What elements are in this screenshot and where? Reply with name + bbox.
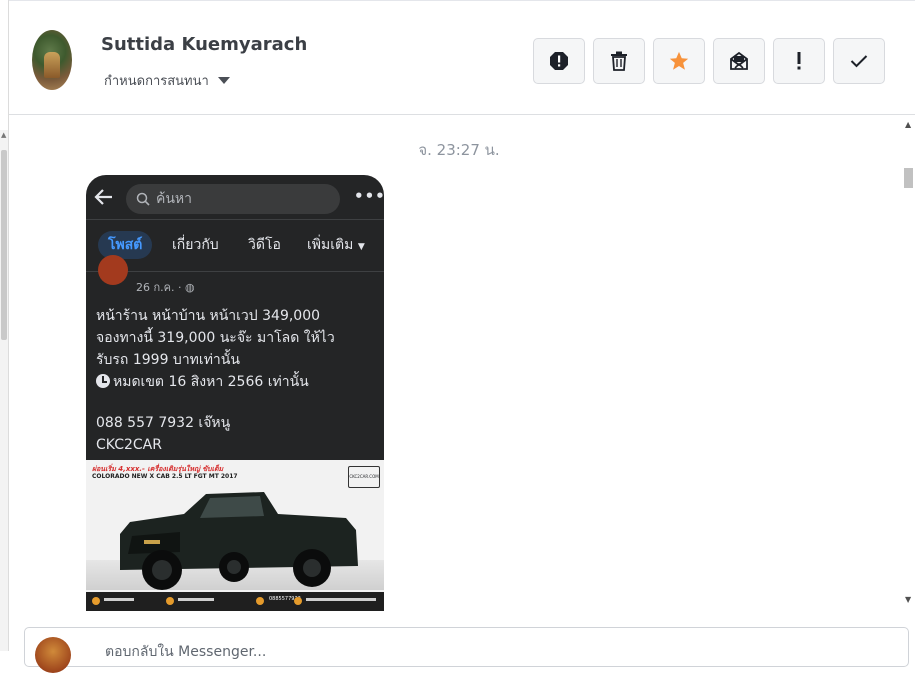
conversation-settings-dropdown[interactable]: กำหนดการสนทนา xyxy=(104,70,230,91)
post-author-avatar xyxy=(98,255,128,285)
post-line-4: หมดเขต 16 สิงหา 2566 เท่านั้น xyxy=(96,371,376,393)
star-icon xyxy=(669,51,689,70)
fb-search-bar: ค้นหา xyxy=(126,184,340,214)
mark-done-button[interactable] xyxy=(833,38,885,84)
fb-tab-more: เพิ่มเติม ▼ xyxy=(307,231,365,259)
post-line-3: รับรถ 1999 บาทเท่านั้น xyxy=(96,352,240,368)
exclamation-icon xyxy=(797,52,801,70)
shared-post-screenshot[interactable]: ค้นหา ••• โพสต์ เกี่ยวกับ วิดีโอ เพิ่มเต… xyxy=(86,175,384,611)
post-contact-brand: CKC2CAR xyxy=(96,437,162,453)
left-scroll-up-icon[interactable]: ▲ xyxy=(1,131,6,139)
contact-name[interactable]: Suttida Kuemyarach xyxy=(101,34,307,55)
more-dots-icon: ••• xyxy=(354,187,384,205)
mark-important-button[interactable] xyxy=(773,38,825,84)
report-spam-button[interactable] xyxy=(533,38,585,84)
ad-contact-strip: 0885577932 xyxy=(86,592,384,611)
trash-icon xyxy=(611,51,627,71)
fb-tab-about: เกี่ยวกับ xyxy=(172,237,219,253)
post-line-2: จองทางนี้ 319,000 นะจ๊ะ มาโลด ให้ไว xyxy=(96,330,335,346)
star-button[interactable] xyxy=(653,38,705,84)
car-ad-image: ผ่อนเริ่ม 4,xxx.- เครื่องเดิมรุ่นใหญ่ ขั… xyxy=(86,460,384,611)
fb-tab-posts: โพสต์ xyxy=(98,231,153,259)
conversation-settings-label: กำหนดการสนทนา xyxy=(104,74,209,89)
post-body: หน้าร้าน หน้าบ้าน หน้าเวป 349,000 จองทาง… xyxy=(96,305,376,456)
left-scroll-thumb[interactable] xyxy=(1,150,7,340)
post-date-text: 26 ก.ค. · xyxy=(136,281,185,294)
post-date: 26 ก.ค. · ◍ xyxy=(136,278,195,296)
thread-scrollbar[interactable]: ▲ ▼ xyxy=(903,116,915,611)
post-line-1: หน้าร้าน หน้าบ้าน หน้าเวป 349,000 xyxy=(96,308,321,324)
post-contact-phone: 088 557 7932 เจ๊หนู xyxy=(96,415,231,431)
exclamation-octagon-icon xyxy=(550,52,568,70)
caret-down-icon: ▼ xyxy=(357,242,365,252)
fb-tab-videos: วิดีโอ xyxy=(248,237,281,253)
checkmark-icon xyxy=(850,55,868,68)
scroll-down-icon[interactable]: ▼ xyxy=(905,595,911,604)
chevron-down-icon xyxy=(217,77,230,84)
action-toolbar xyxy=(533,38,885,84)
conversation-header: Suttida Kuemyarach กำหนดการสนทนา xyxy=(9,0,915,115)
search-icon xyxy=(136,192,150,206)
scroll-up-icon[interactable]: ▲ xyxy=(905,120,911,129)
envelope-x-icon xyxy=(730,51,748,70)
back-arrow-icon xyxy=(94,189,112,205)
globe-icon: ◍ xyxy=(185,281,195,294)
contact-avatar[interactable] xyxy=(32,30,72,90)
fb-tab-bar: โพสต์ เกี่ยวกับ วิดีโอ เพิ่มเติม ▼ xyxy=(86,219,384,272)
page-avatar xyxy=(35,637,71,673)
reply-input-placeholder[interactable]: ตอบกลับใน Messenger... xyxy=(105,641,266,663)
delete-button[interactable] xyxy=(593,38,645,84)
reply-composer[interactable]: ตอบกลับใน Messenger... xyxy=(24,627,909,673)
message-timestamp: จ. 23:27 น. xyxy=(418,141,500,159)
fb-search-placeholder: ค้นหา xyxy=(156,191,193,207)
post-line-4-text: หมดเขต 16 สิงหา 2566 เท่านั้น xyxy=(113,374,309,390)
conversation-thread[interactable]: จ. 23:27 น. ค้นหา ••• โพสต์ เกี่ยวกับ วิ… xyxy=(9,116,903,611)
pickup-truck-image xyxy=(120,492,358,590)
fb-top-bar: ค้นหา ••• xyxy=(86,175,384,219)
thread-scroll-thumb[interactable] xyxy=(904,168,913,188)
mark-unread-button[interactable] xyxy=(713,38,765,84)
clock-icon xyxy=(96,374,110,388)
fb-tab-more-label: เพิ่มเติม xyxy=(307,237,354,253)
ad-model: COLORADO NEW X CAB 2.5 LT FGT MT 2017 xyxy=(92,473,238,480)
